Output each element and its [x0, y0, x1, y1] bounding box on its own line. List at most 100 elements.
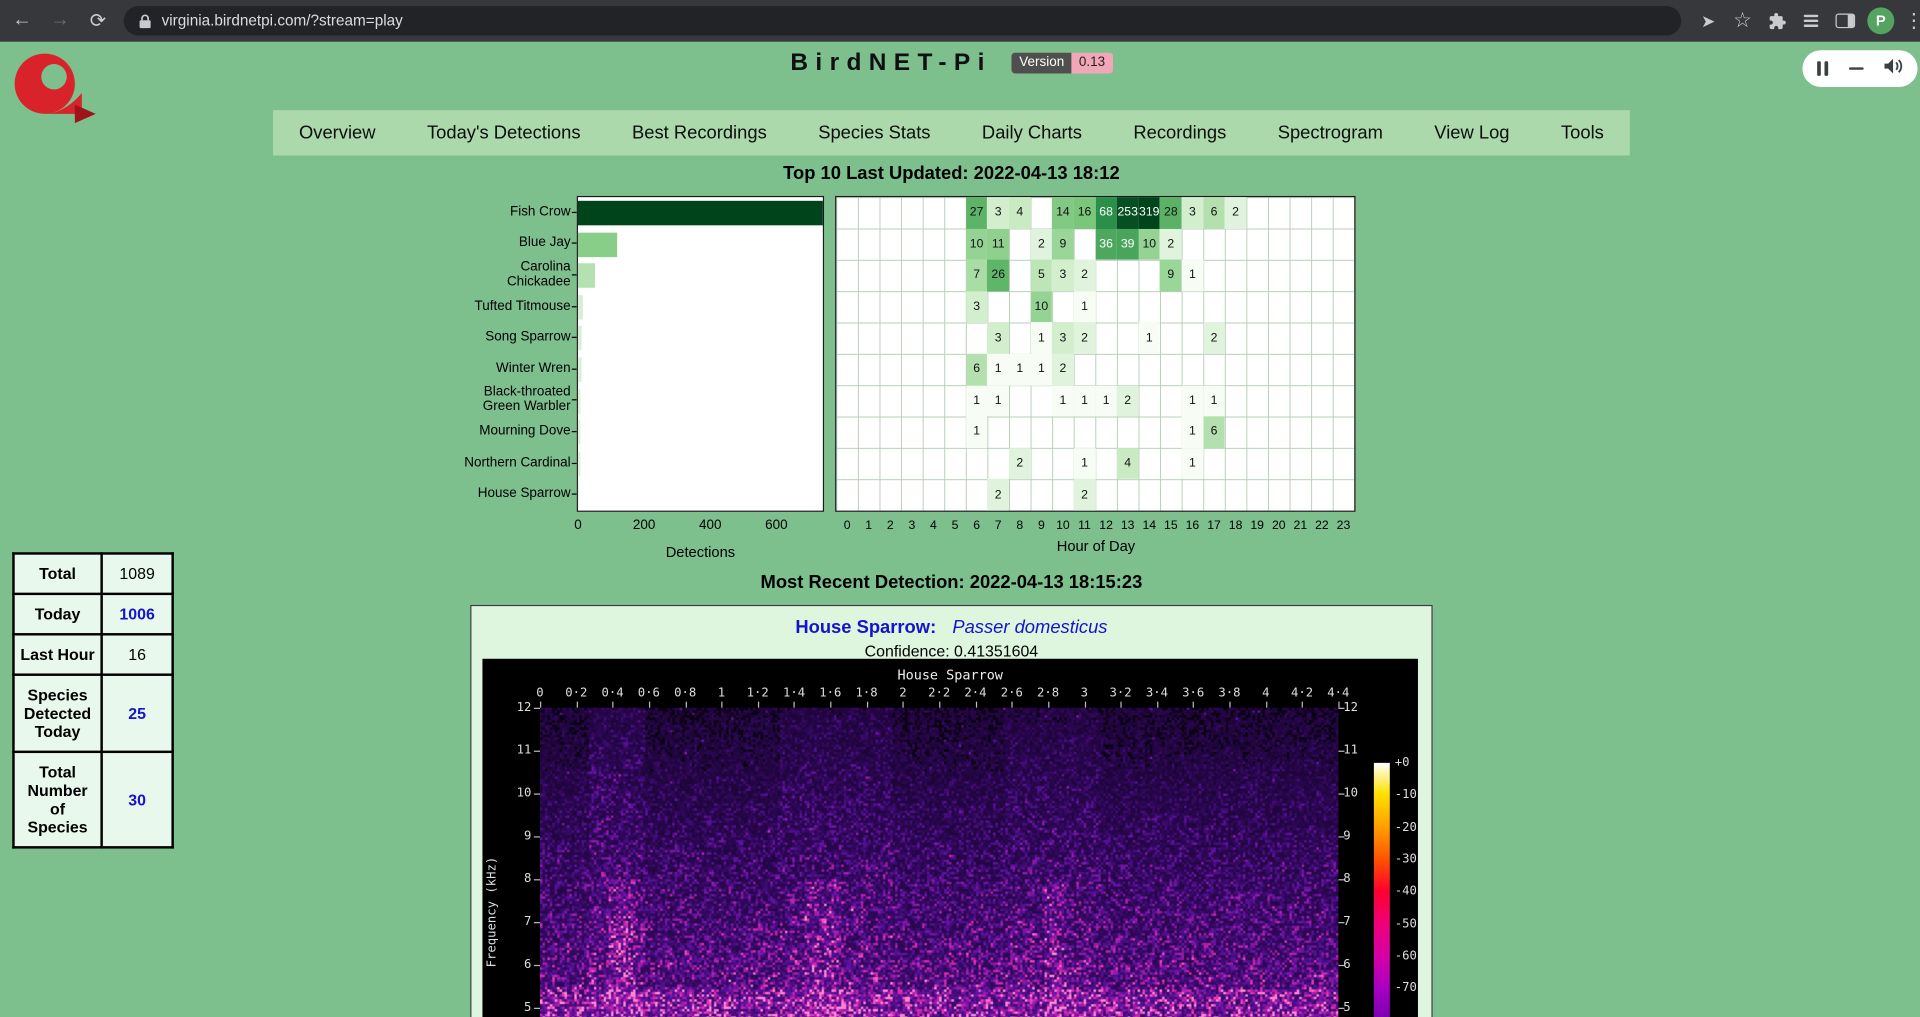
top10-chart: Detections Hour of Day Fish CrowBlue Jay…: [462, 196, 1374, 563]
hour-axis-tick: 3: [908, 519, 915, 532]
stat-value[interactable]: 1006: [102, 594, 173, 634]
spectro-y-tick: 6: [1343, 958, 1367, 971]
main-column: BirdNET-Pi Version 0.13 OverviewToday's …: [0, 42, 1903, 1017]
hour-axis-tick: 6: [973, 519, 980, 532]
heatmap-cell: 1: [1009, 354, 1031, 385]
colorbar-tick: -40: [1395, 885, 1417, 898]
nav-item-view-log[interactable]: View Log: [1409, 110, 1536, 155]
spectro-y-tick-mark: [534, 708, 540, 709]
back-button[interactable]: ←: [6, 5, 38, 37]
reload-button[interactable]: ⟳: [82, 5, 114, 37]
spectro-x-tick: 3·4: [1146, 687, 1168, 700]
url-text: virginia.birdnetpi.com/?stream=play: [162, 12, 403, 29]
spectro-x-tick-mark: [721, 702, 722, 708]
spectro-x-tick-mark: [1048, 702, 1049, 708]
spectro-x-tick-mark: [540, 702, 541, 708]
padlock-icon[interactable]: [138, 13, 151, 29]
stats-row: Last Hour16: [13, 634, 172, 674]
nav-item-species-stats[interactable]: Species Stats: [792, 110, 956, 155]
profile-avatar[interactable]: P: [1867, 7, 1894, 34]
nav-item-today-s-detections[interactable]: Today's Detections: [401, 110, 606, 155]
heatmap-cell: 6: [966, 354, 988, 385]
hour-axis-tick: 13: [1121, 519, 1135, 532]
spectro-x-tick: 2·6: [1001, 687, 1023, 700]
heatmap-cell: 1: [966, 385, 988, 416]
detection-bar: [578, 483, 579, 507]
nav-item-tools[interactable]: Tools: [1535, 110, 1629, 155]
spectro-y-tick-mark: [1338, 751, 1344, 752]
detection-scientific-name[interactable]: Passer domesticus: [952, 617, 1107, 638]
stats-table: Total1089Today1006Last Hour16Species Det…: [12, 552, 174, 848]
nav-item-best-recordings[interactable]: Best Recordings: [606, 110, 792, 155]
hour-axis-tick: 14: [1142, 519, 1156, 532]
detection-bar: [578, 326, 582, 350]
spectro-y-tick: 12: [509, 701, 531, 714]
stat-label: Last Hour: [13, 634, 101, 674]
stat-value[interactable]: 30: [102, 752, 173, 848]
spectro-y-tick: 12: [1343, 701, 1367, 714]
spectro-y-tick: 7: [509, 915, 531, 928]
heatmap-cell: 3: [987, 197, 1009, 228]
address-bar[interactable]: virginia.birdnetpi.com/?stream=play: [124, 6, 1682, 35]
page-title: BirdNET-Pi: [790, 49, 991, 77]
spectro-y-tick: 5: [509, 1001, 531, 1014]
hour-axis-tick: 10: [1056, 519, 1070, 532]
hour-axis-tick: 20: [1272, 519, 1286, 532]
bar-axis-tick: 600: [765, 518, 787, 533]
heatmap-cell: 3: [1182, 197, 1204, 228]
most-recent-heading: Most Recent Detection: 2022-04-13 18:15:…: [0, 572, 1903, 593]
spectro-y-tick: 8: [509, 872, 531, 885]
browser-menu-icon[interactable]: ⋮: [1899, 6, 1920, 35]
spectro-x-tick: 2·4: [964, 687, 986, 700]
spectro-y-tick: 11: [1343, 744, 1367, 757]
colorbar: [1374, 763, 1390, 1017]
stat-label: Total Number of Species: [13, 752, 101, 848]
heatmap-cell: 1: [1182, 448, 1204, 479]
species-label: Blue Jay: [463, 236, 571, 251]
hour-axis-tick: 7: [995, 519, 1002, 532]
spectro-y-tick-mark: [1338, 793, 1344, 794]
spectro-x-tick: 4·2: [1291, 687, 1313, 700]
nav-item-overview[interactable]: Overview: [273, 110, 401, 155]
bar-axis-tick: 200: [633, 518, 655, 533]
heatmap-cell: 4: [1009, 197, 1031, 228]
heatmap-cell: 2: [1225, 197, 1247, 228]
spectro-x-tick-mark: [1193, 702, 1194, 708]
heatmap-cell: 6: [1203, 417, 1225, 448]
hour-axis-tick: 5: [952, 519, 959, 532]
heatmap-cell: 14: [1052, 197, 1074, 228]
extensions-icon[interactable]: [1762, 6, 1791, 35]
detection-species-link[interactable]: House Sparrow:: [795, 617, 936, 638]
stats-row: Species Detected Today25: [13, 675, 172, 752]
version-value: 0.13: [1072, 53, 1113, 74]
spectro-x-tick: 0·2: [565, 687, 587, 700]
stat-value[interactable]: 25: [102, 675, 173, 752]
heatmap-cell: 2: [1052, 354, 1074, 385]
heatmap-cell: 7: [966, 260, 988, 291]
version-badge: Version 0.13: [1012, 53, 1113, 74]
reading-list-icon[interactable]: [1796, 6, 1825, 35]
send-icon[interactable]: ➤: [1693, 6, 1722, 35]
heatmap-cell: 2: [1074, 323, 1096, 354]
hour-axis-label: Hour of Day: [1057, 538, 1135, 555]
hour-axis-tick: 1: [865, 519, 872, 532]
spectro-x-tick: 3·2: [1110, 687, 1132, 700]
hour-axis-tick: 16: [1186, 519, 1200, 532]
spectro-y-tick-mark: [534, 836, 540, 837]
forward-button[interactable]: →: [44, 5, 76, 37]
species-label: Fish Crow: [463, 204, 571, 219]
species-label: Tufted Titmouse: [463, 298, 571, 313]
spectro-x-tick: 3: [1081, 687, 1088, 700]
bookmark-star-icon[interactable]: ☆: [1728, 6, 1757, 35]
nav-item-daily-charts[interactable]: Daily Charts: [956, 110, 1107, 155]
side-panel-icon[interactable]: [1831, 6, 1860, 35]
heatmap-cell: 39: [1117, 228, 1139, 259]
spectrogram-canvas: [540, 708, 1338, 1017]
heatmap-cell: 10: [1031, 291, 1053, 322]
spectro-x-tick: 3·8: [1218, 687, 1240, 700]
nav-item-spectrogram[interactable]: Spectrogram: [1252, 110, 1409, 155]
nav-item-recordings[interactable]: Recordings: [1108, 110, 1252, 155]
spectro-x-tick-mark: [1012, 702, 1013, 708]
heatmap-cell: 26: [987, 260, 1009, 291]
spectro-y-tick-mark: [1338, 836, 1344, 837]
